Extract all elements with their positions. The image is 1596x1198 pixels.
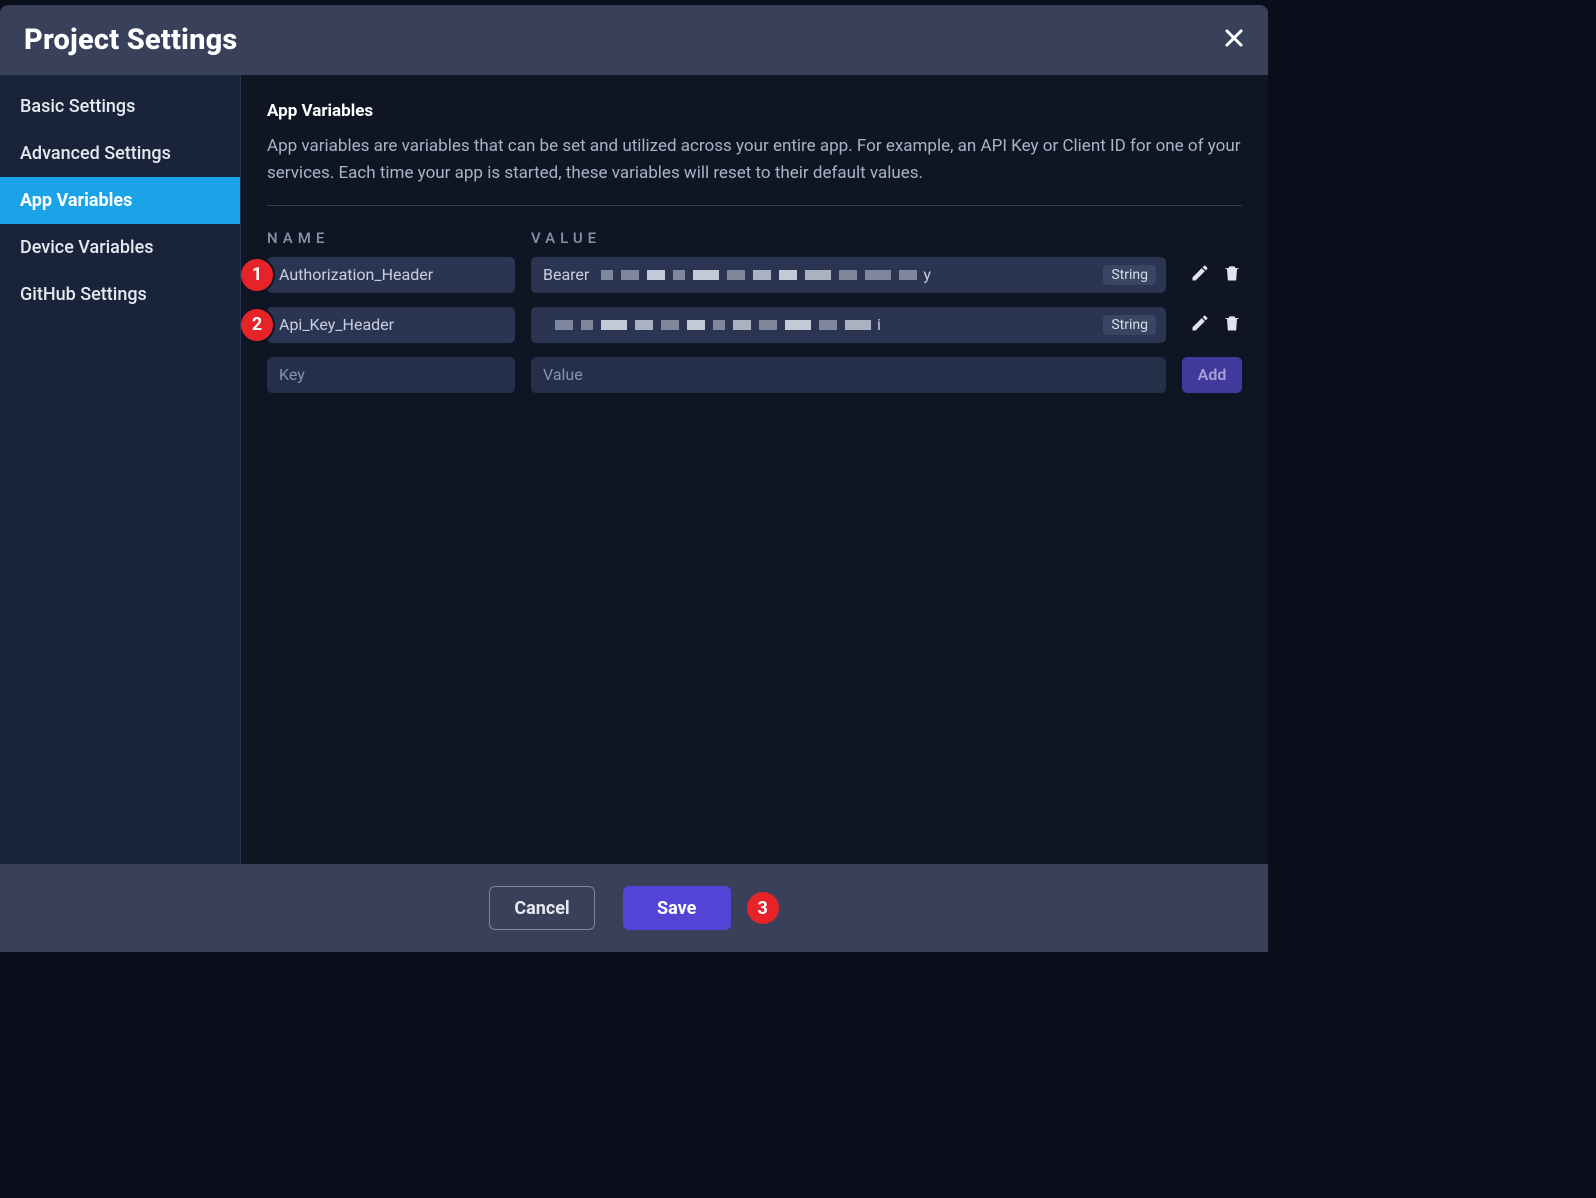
variable-name-text: Authorization_Header	[279, 265, 433, 284]
add-button[interactable]: Add	[1182, 357, 1242, 393]
settings-sidebar: Basic Settings Advanced Settings App Var…	[0, 75, 241, 864]
dialog-body: Basic Settings Advanced Settings App Var…	[0, 75, 1268, 864]
row-actions	[1182, 313, 1242, 337]
dialog-title: Project Settings	[24, 23, 238, 57]
value-prefix: Bearer	[543, 265, 589, 284]
variable-name-input[interactable]: Authorization_Header	[267, 257, 515, 293]
column-value-label: VALUE	[531, 229, 601, 247]
type-badge: String	[1103, 265, 1156, 285]
sidebar-item-label: GitHub Settings	[20, 284, 147, 305]
divider	[267, 205, 1242, 206]
pencil-icon	[1190, 263, 1210, 287]
value-suffix: i	[877, 315, 881, 334]
edit-button[interactable]	[1190, 313, 1210, 337]
close-icon	[1222, 26, 1246, 54]
delete-button[interactable]	[1222, 263, 1242, 287]
sidebar-item-github-settings[interactable]: GitHub Settings	[0, 271, 240, 318]
cancel-button-label: Cancel	[514, 898, 569, 919]
new-variable-row: Key Value Add	[267, 357, 1242, 393]
variable-value-content: i	[543, 315, 1154, 334]
column-name-label: NAME	[267, 229, 329, 247]
sidebar-item-app-variables[interactable]: App Variables	[0, 177, 240, 224]
pencil-icon	[1190, 313, 1210, 337]
variable-value-input[interactable]: Bearer y String	[531, 257, 1166, 293]
columns-header: NAME VALUE	[267, 228, 1242, 247]
variable-row: 1 Authorization_Header Bearer y String	[267, 257, 1242, 293]
save-button-label: Save	[657, 898, 696, 919]
sidebar-item-advanced-settings[interactable]: Advanced Settings	[0, 130, 240, 177]
annotation-marker: 3	[747, 892, 779, 924]
annotation-marker: 2	[241, 309, 273, 341]
new-key-input[interactable]: Key	[267, 357, 515, 393]
variable-name-text: Api_Key_Header	[279, 315, 394, 334]
trash-icon	[1222, 263, 1242, 287]
type-badge: String	[1103, 315, 1156, 335]
sidebar-item-label: App Variables	[20, 190, 132, 211]
project-settings-dialog: Project Settings Basic Settings Advanced…	[0, 5, 1268, 952]
cancel-button[interactable]: Cancel	[489, 886, 594, 930]
section-title: App Variables	[267, 101, 1242, 121]
close-button[interactable]	[1222, 26, 1246, 54]
value-suffix: y	[923, 265, 931, 284]
redacted-value	[555, 320, 871, 330]
section-description: App variables are variables that can be …	[267, 133, 1242, 187]
sidebar-item-basic-settings[interactable]: Basic Settings	[0, 83, 240, 130]
new-key-placeholder: Key	[279, 365, 305, 384]
sidebar-item-label: Device Variables	[20, 237, 154, 258]
variable-name-input[interactable]: Api_Key_Header	[267, 307, 515, 343]
redacted-value	[601, 270, 917, 280]
sidebar-item-label: Advanced Settings	[20, 143, 171, 164]
sidebar-item-label: Basic Settings	[20, 96, 135, 117]
dialog-titlebar: Project Settings	[0, 5, 1268, 75]
main-panel: App Variables App variables are variable…	[241, 75, 1268, 864]
delete-button[interactable]	[1222, 313, 1242, 337]
edit-button[interactable]	[1190, 263, 1210, 287]
add-button-label: Add	[1198, 365, 1227, 384]
save-button[interactable]: Save	[623, 886, 731, 930]
row-actions	[1182, 263, 1242, 287]
variable-value-input[interactable]: i String	[531, 307, 1166, 343]
annotation-marker: 1	[241, 259, 273, 291]
variable-value-content: Bearer y	[543, 265, 1154, 284]
new-value-input[interactable]: Value	[531, 357, 1166, 393]
dialog-footer: Cancel Save 3	[0, 864, 1268, 952]
sidebar-item-device-variables[interactable]: Device Variables	[0, 224, 240, 271]
variable-row: 2 Api_Key_Header i String	[267, 307, 1242, 343]
trash-icon	[1222, 313, 1242, 337]
new-value-placeholder: Value	[543, 365, 583, 384]
